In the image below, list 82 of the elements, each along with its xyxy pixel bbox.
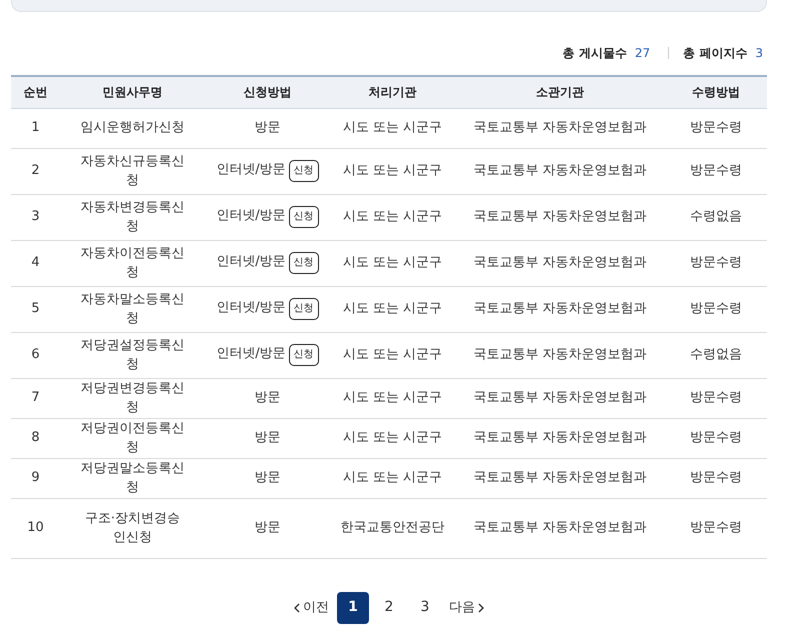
table-cell: 국토교통부 자동차운영보험과: [455, 240, 665, 286]
table-cell: 국토교통부 자동차운영보험과: [455, 458, 665, 498]
previous-link[interactable]: 이전: [289, 598, 333, 618]
count-value: 3: [755, 45, 763, 62]
chevron-right-icon: [478, 602, 485, 612]
table-cell: 국토교통부 자동차운영보험과: [455, 108, 665, 148]
table-cell: 시도 또는 시군구: [330, 418, 455, 458]
column-header: 순번: [11, 76, 60, 108]
column-header: 처리기관: [330, 76, 455, 108]
page-button[interactable]: 3: [409, 592, 441, 624]
apply-button[interactable]: 신청: [288, 206, 319, 228]
table-cell: 방문수령: [665, 458, 767, 498]
table-cell: 2: [11, 148, 60, 194]
table-cell: 시도 또는 시군구: [330, 240, 455, 286]
table-cell: 시도 또는 시군구: [330, 458, 455, 498]
table-cell: 저당권설정등록신청: [60, 332, 205, 378]
table-cell: 3: [11, 194, 60, 240]
table-cell: 자동차신규등록신청: [60, 148, 205, 194]
table-cell: 국토교통부 자동차운영보험과: [455, 378, 665, 418]
count-label: 총 페이지수: [683, 45, 748, 62]
table-cell: 한국교통안전공단: [330, 498, 455, 558]
table-cell: 인터넷/방문: [216, 300, 286, 315]
table-cell: 저당권말소등록신청: [60, 458, 205, 498]
page-button[interactable]: 1: [337, 592, 369, 624]
table-cell: 4: [11, 240, 60, 286]
table-cell: 시도 또는 시군구: [330, 194, 455, 240]
table-cell: 시도 또는 시군구: [330, 148, 455, 194]
table-cell: 방문: [205, 108, 330, 148]
table-cell: 방문수령: [665, 108, 767, 148]
table-cell: 방문: [205, 498, 330, 558]
table-cell: 자동차이전등록신청: [60, 240, 205, 286]
table-cell: 시도 또는 시군구: [330, 286, 455, 332]
table-cell: 국토교통부 자동차운영보험과: [455, 148, 665, 194]
column-header: 수령방법: [665, 76, 767, 108]
table-cell: 방문: [205, 458, 330, 498]
table-cell: 방문수령: [665, 240, 767, 286]
table-cell: 저당권이전등록신청: [60, 418, 205, 458]
table-cell: 임시운행허가신청: [60, 108, 205, 148]
table-cell: 시도 또는 시군구: [330, 332, 455, 378]
table-cell: 시도 또는 시군구: [330, 108, 455, 148]
column-header: 소관기관: [455, 76, 665, 108]
table-cell: 7: [11, 378, 60, 418]
column-header: 신청방법: [205, 76, 330, 108]
table-cell: 인터넷/방문: [216, 208, 286, 223]
table-cell: 6: [11, 332, 60, 378]
table-cell: 인터넷/방문: [216, 254, 286, 269]
table-cell: 국토교통부 자동차운영보험과: [455, 332, 665, 378]
page-button[interactable]: 2: [373, 592, 405, 624]
table-cell: 국토교통부 자동차운영보험과: [455, 286, 665, 332]
apply-button[interactable]: 신청: [288, 298, 319, 320]
count-label: 총 게시물수: [562, 45, 627, 62]
table-cell: 인터넷/방문: [216, 346, 286, 361]
table-cell: 5: [11, 286, 60, 332]
chevron-left-icon: [293, 602, 300, 612]
table-cell: 자동차변경등록신청: [60, 194, 205, 240]
table-cell: 방문수령: [665, 148, 767, 194]
table-cell: 방문: [205, 378, 330, 418]
table-cell: 구조·장치변경승인신청: [60, 498, 205, 558]
apply-button[interactable]: 신청: [288, 344, 319, 366]
table-cell: 수령없음: [665, 332, 767, 378]
table-cell: 시도 또는 시군구: [330, 378, 455, 418]
table-cell: 수령없음: [665, 194, 767, 240]
column-header: 민원사무명: [60, 76, 205, 108]
table-cell: 방문수령: [665, 418, 767, 458]
next-link[interactable]: 다음: [445, 598, 489, 618]
table-cell: 1: [11, 108, 60, 148]
table-cell: 9: [11, 458, 60, 498]
table-cell: 10: [11, 498, 60, 558]
table-cell: 방문수령: [665, 378, 767, 418]
apply-button[interactable]: 신청: [288, 160, 319, 182]
table-cell: 국토교통부 자동차운영보험과: [455, 498, 665, 558]
apply-button[interactable]: 신청: [288, 252, 319, 274]
table-cell: 인터넷/방문: [216, 162, 286, 177]
table-cell: 방문수령: [665, 286, 767, 332]
table-cell: 방문수령: [665, 498, 767, 558]
table-cell: 8: [11, 418, 60, 458]
table-cell: 저당권변경등록신청: [60, 378, 205, 418]
table-cell: 국토교통부 자동차운영보험과: [455, 418, 665, 458]
table-cell: 방문: [205, 418, 330, 458]
table-cell: 자동차말소등록신청: [60, 286, 205, 332]
table-cell: 국토교통부 자동차운영보험과: [455, 194, 665, 240]
count-value: 27: [634, 45, 650, 62]
